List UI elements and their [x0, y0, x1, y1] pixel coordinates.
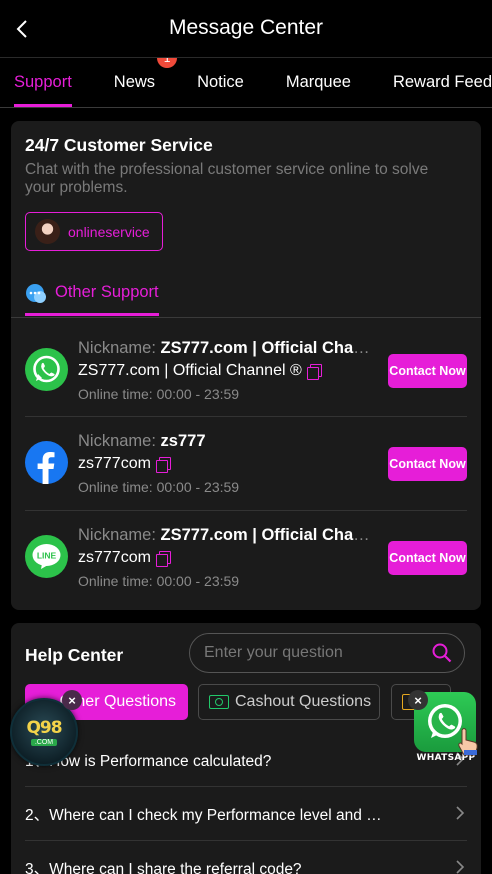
agent-avatar [35, 219, 60, 244]
cash-icon [209, 695, 229, 709]
tab-cashout-questions[interactable]: Cashout Questions [198, 684, 380, 720]
contact-now-button[interactable]: Contact Now [388, 354, 467, 388]
tab-marquee[interactable]: Marquee [286, 58, 351, 107]
faq-item[interactable]: 2、Where can I check my Performance level… [25, 787, 467, 840]
tab-bar: Support News 1 Notice Marquee Reward Feed… [0, 58, 492, 108]
channel-account: ZS777.com | Official Channel ® [78, 362, 322, 380]
close-icon[interactable]: × [62, 690, 82, 710]
svg-text:LINE: LINE [37, 551, 57, 561]
tab-other-support[interactable]: Other Support [25, 283, 159, 316]
tab-label: Notice [197, 73, 244, 91]
divider [11, 317, 481, 318]
tab-label: Support [14, 73, 72, 91]
contact-now-button[interactable]: Contact Now [388, 541, 467, 575]
chevron-right-icon [456, 860, 465, 874]
line-icon: LINE [25, 535, 68, 578]
channel-online-time: Online time: 00:00 - 23:59 [78, 386, 240, 402]
facebook-icon [25, 441, 68, 484]
chat-bubble-icon [25, 283, 47, 305]
channel-nickname: Nickname: ZS777.com | Official Channel ® [78, 339, 378, 357]
help-center-title: Help Center [25, 645, 124, 665]
copy-icon[interactable] [155, 456, 171, 473]
customer-service-description: Chat with the professional customer serv… [25, 161, 429, 196]
faq-item[interactable]: 3、Where can I share the referral code? [25, 841, 467, 874]
tab-label: News [113, 73, 156, 91]
support-channel-line: LINE Nickname: ZS777.com | Official Chan… [25, 511, 467, 604]
other-support-label: Other Support [55, 283, 159, 301]
faq-item[interactable]: 1、How is Performance calculated? [25, 733, 467, 786]
whatsapp-icon [25, 348, 68, 391]
channel-nickname: Nickname: zs777 [78, 432, 206, 450]
tab-label: Reward Feedt [392, 73, 492, 91]
contact-now-button[interactable]: Contact Now [388, 447, 467, 481]
chevron-right-icon [456, 806, 465, 820]
tab-notice[interactable]: Notice [197, 58, 244, 107]
faq-question: 3、Where can I share the referral code? [25, 860, 302, 874]
pointer-hand-icon [458, 728, 478, 756]
close-icon[interactable]: × [408, 690, 428, 710]
customer-service-title: 24/7 Customer Service [25, 135, 213, 155]
q98-logo-sub: .COM [30, 739, 58, 746]
tab-support[interactable]: Support [14, 58, 72, 107]
copy-icon[interactable] [306, 363, 322, 380]
support-channel-facebook: Nickname: zs777 zs777com Online time: 00… [25, 417, 467, 510]
question-search [189, 633, 465, 673]
channel-online-time: Online time: 00:00 - 23:59 [78, 479, 240, 495]
support-channel-whatsapp: Nickname: ZS777.com | Official Channel ®… [25, 324, 467, 417]
tab-news[interactable]: News 1 [113, 58, 178, 107]
search-input[interactable] [204, 644, 424, 662]
online-service-label: onlineservice [68, 223, 150, 240]
page-title: Message Center [168, 16, 324, 39]
tab-label: Cashout Questions [235, 693, 372, 710]
online-service-button[interactable]: onlineservice [25, 212, 163, 251]
customer-service-card: 24/7 Customer Service Chat with the prof… [11, 121, 481, 610]
channel-account: zs777com [78, 455, 171, 473]
tab-reward-feedback[interactable]: Reward Feedt [393, 58, 492, 107]
search-icon[interactable] [432, 643, 452, 663]
faq-question: 1、How is Performance calculated? [25, 752, 272, 770]
faq-question: 2、Where can I check my Performance level… [25, 806, 385, 824]
help-center-card: Help Center Other Questions Cashout Ques… [11, 623, 481, 874]
channel-online-time: Online time: 00:00 - 23:59 [78, 573, 240, 589]
unread-badge: 1 [157, 58, 178, 68]
channel-nickname: Nickname: ZS777.com | Official Channel ® [78, 526, 378, 544]
tab-label: Marquee [285, 73, 351, 91]
channel-account: zs777com [78, 549, 171, 567]
top-bar: Message Center [0, 0, 492, 58]
copy-icon[interactable] [155, 550, 171, 567]
q98-logo: Q98 [26, 718, 62, 738]
